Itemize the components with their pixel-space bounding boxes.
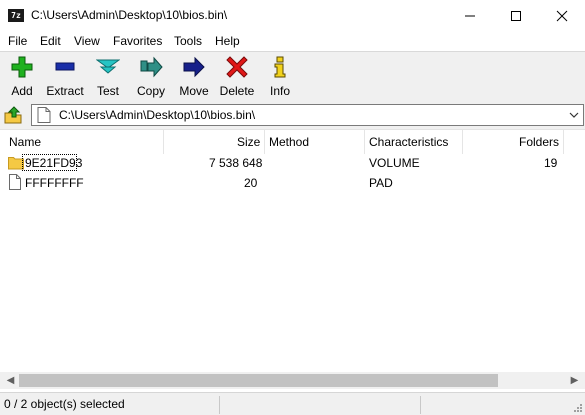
scroll-right-icon[interactable]: ▶ <box>566 372 583 389</box>
up-folder-button[interactable] <box>3 105 23 125</box>
scroll-left-icon[interactable]: ◀ <box>2 372 19 389</box>
item-size: 20 <box>244 176 258 190</box>
move-button[interactable]: Move <box>177 56 211 100</box>
minimize-button[interactable] <box>447 0 493 31</box>
extract-button[interactable]: Extract <box>44 56 86 100</box>
copy-label: Copy <box>136 84 165 98</box>
column-separator[interactable] <box>264 130 265 154</box>
list-item[interactable]: 9E21FD93 7 538 648 VOLUME 19 <box>0 153 585 173</box>
status-separator <box>420 396 421 414</box>
menu-file[interactable]: File <box>8 34 27 48</box>
status-separator <box>219 396 220 414</box>
column-separator[interactable] <box>364 130 365 154</box>
address-field[interactable]: C:\Users\Admin\Desktop\10\bios.bin\ <box>31 104 584 126</box>
list-item[interactable]: FFFFFFFF 20 PAD <box>0 173 585 193</box>
info-button[interactable]: Info <box>266 56 294 100</box>
copy-button[interactable]: Copy <box>134 56 168 100</box>
app-icon: 7z <box>8 9 24 22</box>
menu-help[interactable]: Help <box>215 34 240 48</box>
item-size: 7 538 648 <box>209 156 263 170</box>
column-characteristics[interactable]: Characteristics <box>369 130 448 154</box>
column-folders[interactable]: Folders <box>519 130 559 154</box>
selection-status: 0 / 2 object(s) selected <box>4 397 125 411</box>
column-separator[interactable] <box>163 130 164 154</box>
column-separator[interactable] <box>462 130 463 154</box>
test-button[interactable]: Test <box>93 56 123 100</box>
info-icon <box>274 56 286 78</box>
item-folders: 19 <box>544 156 558 170</box>
horizontal-scrollbar[interactable]: ◀ ▶ <box>0 372 585 389</box>
close-button[interactable] <box>539 0 585 31</box>
maximize-button[interactable] <box>493 0 539 31</box>
chevron-down-icon[interactable] <box>569 111 579 119</box>
item-characteristics: VOLUME <box>369 156 420 170</box>
item-name: FFFFFFFF <box>25 176 84 190</box>
extract-label: Extract <box>46 84 84 98</box>
add-label: Add <box>11 84 33 98</box>
maximize-icon <box>511 11 521 21</box>
info-label: Info <box>269 84 290 98</box>
resize-grip-icon[interactable] <box>573 403 583 413</box>
menu-view[interactable]: View <box>74 34 100 48</box>
plus-icon <box>11 56 33 78</box>
minimize-icon <box>465 15 475 17</box>
scrollbar-thumb[interactable] <box>19 374 498 387</box>
minus-icon <box>55 62 75 71</box>
menu-tools[interactable]: Tools <box>174 34 202 48</box>
menu-favorites[interactable]: Favorites <box>113 34 162 48</box>
file-list[interactable]: Name Size Method Characteristics Folders… <box>0 129 585 372</box>
item-characteristics: PAD <box>369 176 393 190</box>
column-method[interactable]: Method <box>269 130 309 154</box>
column-size[interactable]: Size <box>237 130 260 154</box>
delete-button[interactable]: Delete <box>219 56 255 100</box>
add-button[interactable]: Add <box>6 56 38 100</box>
up-folder-icon <box>4 106 22 124</box>
test-label: Test <box>96 84 119 98</box>
double-chevron-down-icon <box>96 59 120 74</box>
delete-label: Delete <box>219 84 255 98</box>
move-label: Move <box>179 84 209 98</box>
delete-x-icon <box>226 56 248 78</box>
copy-arrow-icon <box>140 56 163 78</box>
menu-edit[interactable]: Edit <box>40 34 61 48</box>
status-bar: 0 / 2 object(s) selected <box>0 392 585 415</box>
address-bar: C:\Users\Admin\Desktop\10\bios.bin\ <box>0 101 585 129</box>
address-path: C:\Users\Admin\Desktop\10\bios.bin\ <box>59 108 256 122</box>
item-name: 9E21FD93 <box>25 156 83 170</box>
column-name[interactable]: Name <box>9 130 41 154</box>
toolbar: Add Extract Test Copy Move Delete Info <box>0 51 585 101</box>
file-icon <box>9 174 21 190</box>
file-icon <box>37 107 51 123</box>
title-bar[interactable]: 7z C:\Users\Admin\Desktop\10\bios.bin\ <box>0 0 585 31</box>
window-title: C:\Users\Admin\Desktop\10\bios.bin\ <box>31 8 228 22</box>
move-arrow-icon <box>183 56 205 78</box>
column-separator[interactable] <box>563 130 564 154</box>
close-icon <box>556 10 568 22</box>
menu-bar: File Edit View Favorites Tools Help <box>0 31 585 51</box>
